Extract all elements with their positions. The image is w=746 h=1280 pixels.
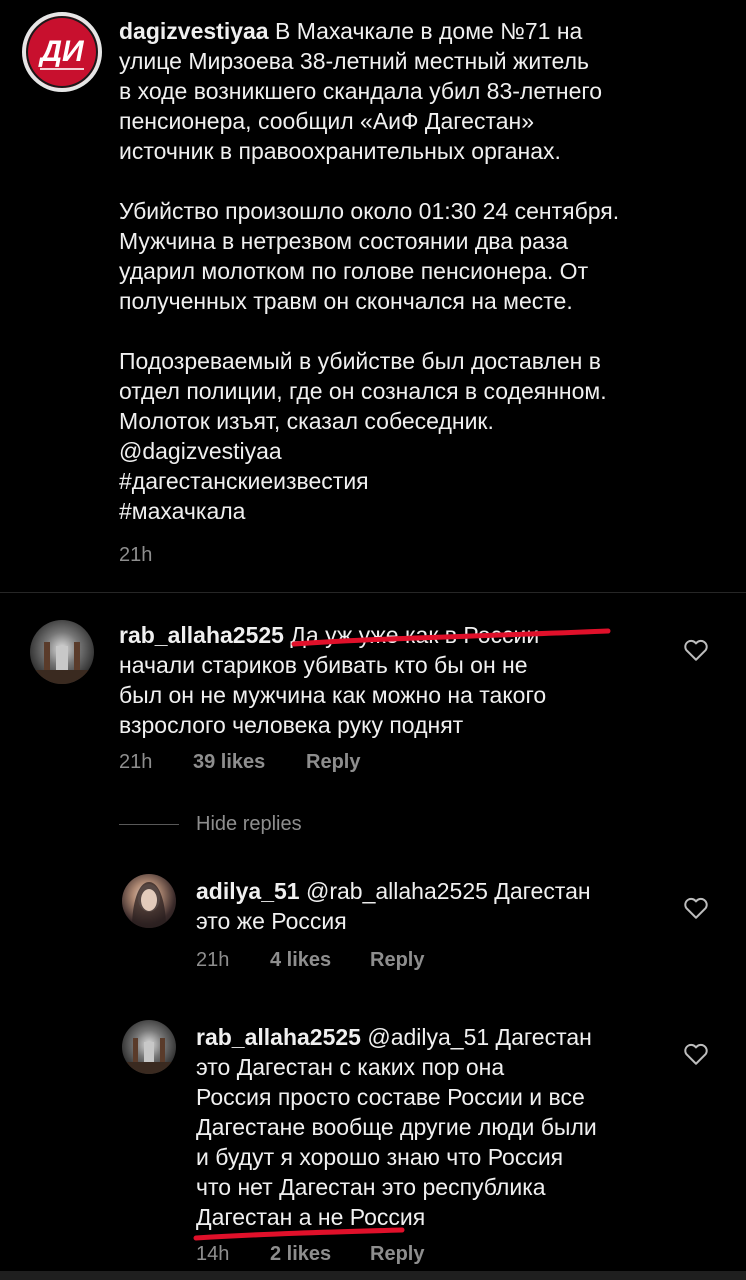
post-username[interactable]: dagizvestiyaa [119, 18, 269, 44]
divider [0, 592, 746, 593]
caption-line: пенсионера, сообщил «АиФ Дагестан» [119, 108, 534, 134]
reply-line: @adilya_51 Дагестан [360, 1024, 592, 1050]
avatar-image [30, 642, 94, 684]
caption-line: в ходе возникшего скандала убил 83-летне… [119, 78, 603, 104]
heart-outline-icon[interactable] [683, 1042, 709, 1066]
reply-button[interactable]: Reply [370, 949, 424, 972]
post-caption: dagizvestiyaa В Махачкале в доме №71 на … [119, 16, 719, 526]
reply-line: Дагестан а не Россия [196, 1204, 426, 1230]
aif-dagestan-logo-icon: ДИ [37, 35, 85, 70]
caption-line: ударил молотком по голове пенсионера. От [119, 258, 589, 284]
commenter-avatar[interactable] [122, 1020, 176, 1074]
comment-line: начали стариков убивать кто бы он не [119, 652, 528, 678]
comment: rab_allaha2525 Да уж уже как в России на… [0, 600, 746, 800]
comment-meta: 21h 39 likes Reply [119, 751, 519, 779]
hashtag-link[interactable]: #махачкала [119, 496, 719, 526]
heart-outline-icon[interactable] [683, 896, 709, 920]
caption-line: отдел полиции, где он сознался в содеянн… [119, 378, 607, 404]
hide-replies-button[interactable]: Hide replies [196, 813, 302, 836]
hashtag-link[interactable]: #дагестанскиеизвестия [119, 466, 719, 496]
reply-meta: 21h 4 likes Reply [196, 949, 596, 977]
comment-timestamp: 21h [119, 751, 153, 773]
likes-count[interactable]: 2 likes [270, 1243, 331, 1266]
caption-line: Убийство произошло около 01:30 24 сентяб… [119, 198, 620, 224]
reply-line: что нет Дагестан это республика [196, 1174, 546, 1200]
caption-line: полученных травм он скончался на месте. [119, 288, 573, 314]
svg-text:ДИ: ДИ [37, 35, 85, 68]
caption-line: источник в правоохранительных органах. [119, 138, 561, 164]
caption-line: В Махачкале в доме №71 на [268, 18, 583, 44]
caption-line: Мужчина в нетрезвом состоянии два раза [119, 228, 569, 254]
post-author-avatar[interactable]: ДИ [22, 12, 102, 92]
reply-username[interactable]: adilya_51 [196, 878, 300, 904]
reply-line: @rab_allaha2525 Дагестан [299, 878, 591, 904]
avatar-image [132, 882, 166, 928]
reply-line: Россия просто составе России и все [196, 1084, 585, 1110]
comment-username[interactable]: rab_allaha2525 [119, 622, 284, 648]
comment-line: был он не мужчина как можно на такого [119, 682, 547, 708]
comment-text: rab_allaha2525 Да уж уже как в России на… [119, 620, 699, 740]
comment-line: Да уж уже как в России [283, 622, 540, 648]
reply-meta: 14h 2 likes Reply [196, 1243, 596, 1271]
hide-replies-line [119, 824, 179, 825]
reply-button[interactable]: Reply [306, 751, 360, 774]
avatar-image [122, 1038, 176, 1074]
reply-timestamp: 14h [196, 1243, 230, 1265]
caption-line: улице Мирзоева 38-летний местный житель [119, 48, 589, 74]
reply-username[interactable]: rab_allaha2525 [196, 1024, 361, 1050]
likes-count[interactable]: 4 likes [270, 949, 331, 972]
reply-line: это Дагестан с каких пор она [196, 1054, 505, 1080]
likes-count[interactable]: 39 likes [193, 751, 265, 774]
reply-timestamp: 21h [196, 949, 230, 971]
comment-line: взрослого человека руку поднят [119, 712, 464, 738]
reply-text: rab_allaha2525 @adilya_51 Дагестан это Д… [196, 1022, 696, 1232]
commenter-avatar[interactable] [122, 874, 176, 928]
reply-line: Дагестане вообще другие люди были [196, 1114, 597, 1140]
bottom-edge-bar [0, 1271, 746, 1280]
mention-link[interactable]: @dagizvestiyaa [119, 436, 719, 466]
reply-text: adilya_51 @rab_allaha2525 Дагестан это ж… [196, 876, 696, 936]
reply-line: это же Россия [196, 908, 347, 934]
commenter-avatar[interactable] [30, 620, 94, 684]
reply-button[interactable]: Reply [370, 1243, 424, 1266]
caption-line: Молоток изъят, сказал собеседник. [119, 408, 494, 434]
post-caption-block: ДИ dagizvestiyaa В Махачкале в доме №71 … [0, 0, 746, 592]
post-timestamp: 21h [119, 544, 153, 566]
reply-line: и будут я хорошо знаю что Россия [196, 1144, 564, 1170]
caption-line: Подозреваемый в убийстве был доставлен в [119, 348, 601, 374]
reply-comment: adilya_51 @rab_allaha2525 Дагестан это ж… [0, 860, 746, 990]
reply-comment: rab_allaha2525 @adilya_51 Дагестан это Д… [0, 1006, 746, 1270]
heart-outline-icon[interactable] [683, 638, 709, 662]
